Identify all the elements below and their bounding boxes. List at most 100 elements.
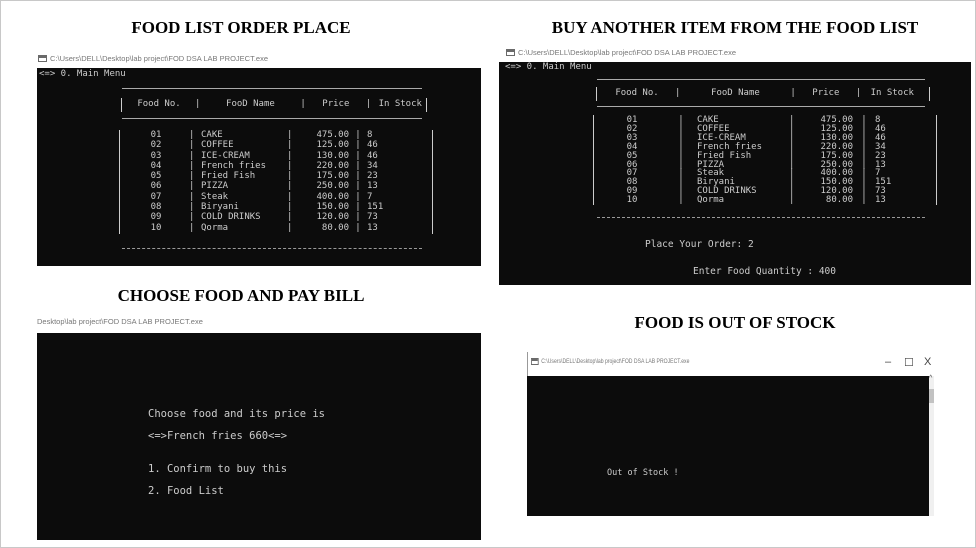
cell-food-name: PIZZA bbox=[201, 181, 229, 192]
cell-stock: 34 bbox=[367, 160, 378, 171]
cell-price: 150.00 bbox=[316, 202, 349, 213]
quantity-prompt[interactable]: Enter Food Quantity : 400 bbox=[693, 267, 836, 277]
cell-food-name: French fries bbox=[201, 160, 267, 171]
table-bottom-rule bbox=[122, 248, 422, 249]
close-button[interactable]: X bbox=[924, 356, 931, 368]
cell-food-no: 02 bbox=[150, 140, 162, 151]
table-left-border bbox=[596, 87, 597, 101]
cell-food-name: Biryani bbox=[201, 202, 239, 213]
column-separator: | bbox=[355, 181, 361, 192]
table-row: 01 | CAKE | 475.00 | 8 bbox=[123, 130, 423, 140]
column-separator: | bbox=[355, 212, 361, 223]
column-separator: | bbox=[355, 171, 361, 182]
cell-food-no: 09 bbox=[150, 212, 162, 223]
cell-price: 400.00 bbox=[316, 191, 349, 202]
table-row: 02 | COFFEE | 125.00 | 46 bbox=[123, 140, 423, 150]
column-separator: | bbox=[855, 88, 862, 98]
table-header-rule bbox=[122, 118, 422, 119]
cell-stock: 73 bbox=[367, 212, 378, 223]
cell-food-name: COLD DRINKS bbox=[201, 212, 261, 223]
window-path-text: C:\Users\DELL\Desktop\lab project\FOD DS… bbox=[50, 54, 268, 63]
table-row: 09 | COLD DRINKS | 120.00 | 73 bbox=[123, 212, 423, 222]
column-separator: | bbox=[287, 140, 293, 151]
food-table-header: Food No. | FooD Name | Price | In Stock bbox=[123, 99, 429, 109]
table-body-right-border bbox=[936, 115, 937, 205]
column-separator: | bbox=[675, 88, 681, 98]
caption-food-list-order-place: FOOD LIST ORDER PLACE bbox=[131, 18, 351, 37]
cell-price: 125.00 bbox=[316, 140, 349, 151]
column-separator: | bbox=[189, 130, 195, 140]
place-order-prompt: Place Your Order: 2 bbox=[645, 239, 754, 250]
header-in-stock: In Stock bbox=[378, 99, 422, 109]
cell-stock: 46 bbox=[367, 150, 378, 161]
column-separator: | bbox=[287, 191, 293, 202]
column-separator: | bbox=[287, 181, 293, 192]
window-titlebar: C:\Users\DELL\Desktop\lab project\FOD DS… bbox=[527, 352, 933, 376]
window-path-title: C:\Users\DELL\Desktop\lab project\FOD DS… bbox=[506, 48, 736, 57]
vertical-scrollbar[interactable]: ^ bbox=[929, 375, 934, 516]
minimize-button[interactable]: – bbox=[885, 356, 891, 368]
cell-stock: 23 bbox=[367, 171, 378, 182]
table-left-border bbox=[121, 98, 122, 112]
table-body-left-border bbox=[593, 115, 594, 205]
column-separator: | bbox=[355, 191, 361, 202]
column-separator: | bbox=[189, 160, 195, 171]
cell-food-no: 10 bbox=[150, 222, 162, 233]
table-row: 04 | French fries | 220.00 | 34 bbox=[123, 161, 423, 171]
cell-food-name: ICE-CREAM bbox=[201, 150, 250, 161]
out-of-stock-message: Out of Stock ! bbox=[607, 468, 679, 478]
cell-food-no: 08 bbox=[150, 202, 162, 213]
cell-food-no: 01 bbox=[150, 130, 162, 140]
column-separator: | bbox=[287, 202, 293, 213]
console-window-icon bbox=[38, 55, 47, 62]
table-right-border bbox=[929, 87, 930, 101]
header-food-name: FooD Name bbox=[711, 88, 760, 98]
console-panel-food-list: <=> 0. Main Menu Food No. | FooD Name | … bbox=[37, 68, 481, 266]
cell-stock: 7 bbox=[367, 191, 373, 202]
column-separator: | bbox=[189, 222, 195, 233]
scrollbar-thumb[interactable] bbox=[929, 389, 934, 403]
cell-food-name: Fried Fish bbox=[201, 171, 256, 182]
window-path-text: Desktop\lab project\FOD DSA LAB PROJECT.… bbox=[37, 317, 203, 326]
console-panel-choose-food: Choose food and its price is <=>French f… bbox=[37, 333, 481, 540]
main-menu-option[interactable]: <=> 0. Main Menu bbox=[39, 70, 126, 79]
caption-buy-another-item: BUY ANOTHER ITEM FROM THE FOOD LIST bbox=[551, 18, 919, 37]
header-food-name: FooD Name bbox=[226, 99, 275, 109]
column-separator: | bbox=[300, 99, 306, 109]
column-separator: | bbox=[195, 99, 201, 109]
column-separator: | bbox=[287, 171, 293, 182]
column-separator: | bbox=[189, 202, 195, 213]
main-menu-option[interactable]: <=> 0. Main Menu bbox=[505, 63, 592, 72]
table-top-rule bbox=[597, 79, 925, 80]
console-window-icon bbox=[506, 49, 515, 56]
option-food-list[interactable]: 2. Food List bbox=[148, 486, 224, 497]
column-separator: | bbox=[861, 195, 867, 206]
cell-stock: 151 bbox=[367, 202, 384, 213]
cell-price: 220.00 bbox=[316, 160, 349, 171]
column-separator: | bbox=[189, 212, 195, 223]
table-row: 03 | ICE-CREAM | 130.00 | 46 bbox=[123, 151, 423, 161]
cell-price: 80.00 bbox=[825, 195, 853, 206]
column-separator: | bbox=[287, 222, 293, 233]
column-separator: | bbox=[189, 181, 195, 192]
scroll-up-arrow[interactable]: ^ bbox=[929, 375, 932, 382]
table-row: 10 | Qorma | 80.00 | 13 bbox=[599, 196, 931, 205]
column-separator: | bbox=[355, 222, 361, 233]
maximize-button[interactable]: ☐ bbox=[904, 356, 914, 369]
cell-food-no: 07 bbox=[150, 191, 162, 202]
caption-food-out-of-stock: FOOD IS OUT OF STOCK bbox=[634, 313, 836, 332]
column-separator: | bbox=[189, 140, 195, 151]
column-separator: | bbox=[790, 88, 796, 98]
console-window-icon bbox=[531, 358, 539, 365]
table-top-rule bbox=[122, 88, 422, 89]
console-panel-out-of-stock: Out of Stock ! bbox=[527, 376, 929, 516]
cell-stock: 13 bbox=[367, 222, 378, 233]
table-row: 06 | PIZZA | 250.00 | 13 bbox=[123, 181, 423, 191]
food-table-body: 01 | CAKE | 475.00 | 8 02 | COFFEE | 125.00 | 46 03 |… bbox=[599, 116, 931, 205]
header-food-no: Food No. bbox=[615, 88, 659, 98]
option-confirm-buy[interactable]: 1. Confirm to buy this bbox=[148, 464, 287, 475]
cell-food-no: 10 bbox=[626, 195, 638, 206]
column-separator: | bbox=[355, 140, 361, 151]
cell-price: 250.00 bbox=[316, 181, 349, 192]
column-separator: | bbox=[678, 195, 684, 206]
